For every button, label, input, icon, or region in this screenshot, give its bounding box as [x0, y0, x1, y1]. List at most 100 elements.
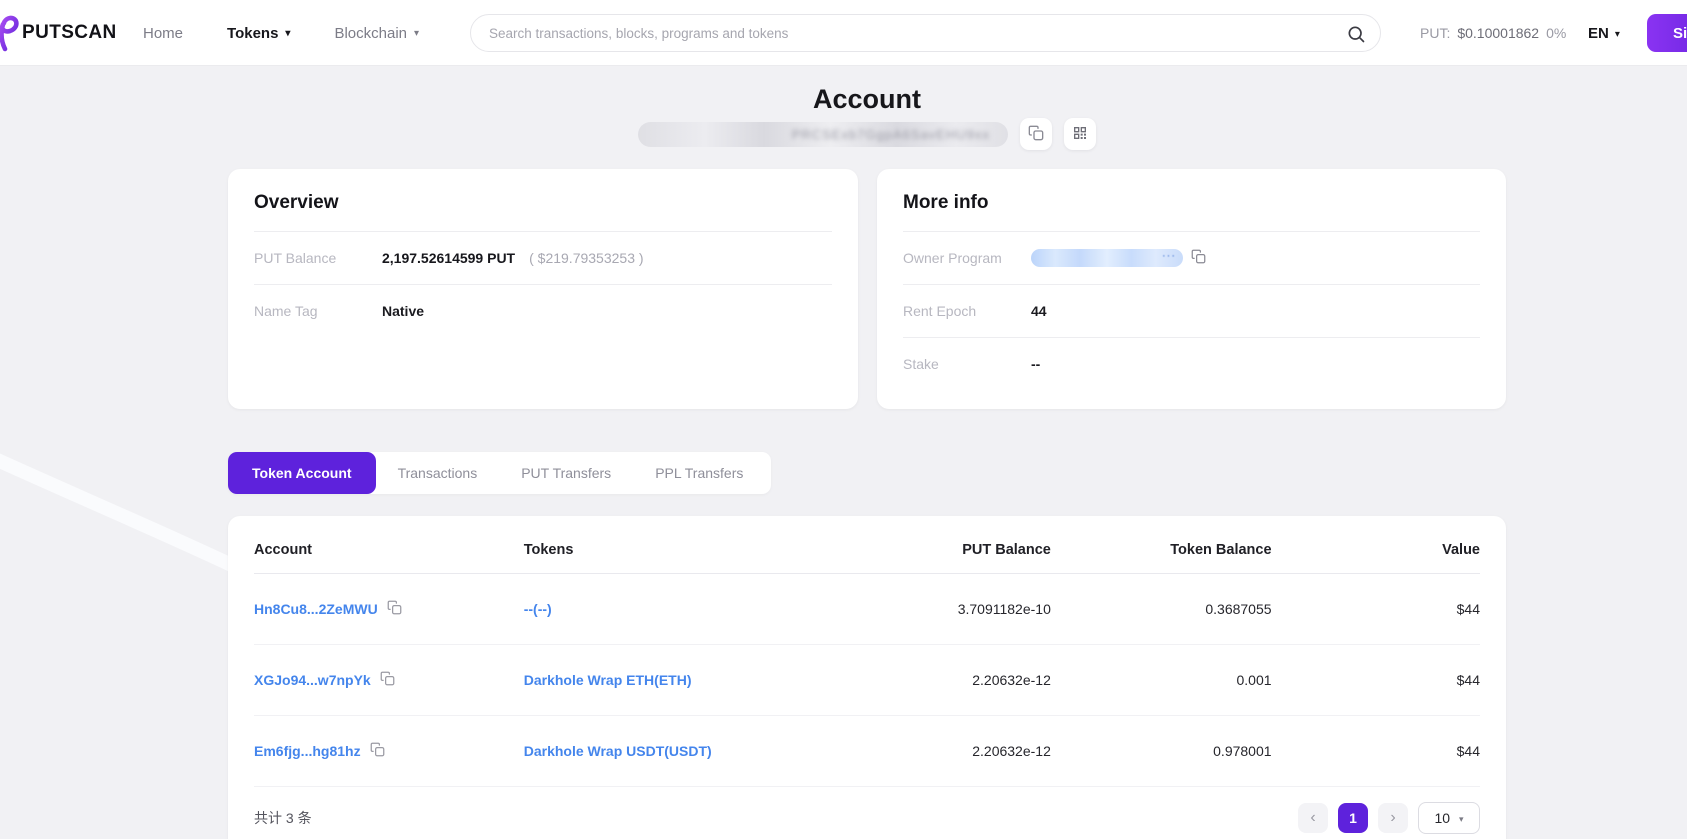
value-cell: $44 — [1271, 644, 1480, 716]
brand-name: PUTSCAN — [22, 22, 117, 43]
stake-label: Stake — [903, 356, 939, 372]
search-icon[interactable] — [1346, 24, 1366, 49]
main-nav: Home Tokens ▾ Blockchain ▾ — [143, 0, 419, 66]
table-header-row: Account Tokens PUT Balance Token Balance… — [254, 516, 1480, 574]
language-label: EN — [1588, 24, 1609, 42]
overview-title: Overview — [254, 192, 339, 213]
table-row: Em6fjg...hg81hz Darkhole Wrap USDT(USDT)… — [254, 715, 1480, 787]
rent-epoch-value: 44 — [1031, 303, 1047, 319]
token-account-table-card: Account Tokens PUT Balance Token Balance… — [228, 516, 1506, 839]
copy-account-button[interactable] — [370, 742, 385, 760]
col-put-balance: PUT Balance — [866, 516, 1051, 574]
copy-account-button[interactable] — [387, 600, 402, 618]
token-link[interactable]: Darkhole Wrap USDT(USDT) — [524, 743, 712, 759]
tab-transactions[interactable]: Transactions — [376, 452, 500, 494]
copy-icon — [387, 600, 402, 618]
account-link[interactable]: XGJo94...w7npYk — [254, 672, 371, 688]
name-tag-label: Name Tag — [254, 303, 318, 319]
qr-code-button[interactable] — [1064, 118, 1096, 150]
tab-put-transfers[interactable]: PUT Transfers — [499, 452, 633, 494]
more-info-card: More info Owner Program ··· Rent Epoch 4… — [877, 169, 1506, 409]
put-balance-row: PUT Balance 2,197.52614599 PUT ( $219.79… — [228, 232, 858, 284]
owner-program-row: Owner Program ··· — [877, 232, 1506, 284]
value-cell: $44 — [1271, 573, 1480, 645]
put-balance-cell: 3.7091182e-10 — [866, 573, 1051, 645]
overview-card: Overview PUT Balance 2,197.52614599 PUT … — [228, 169, 858, 409]
account-tabs: Token Account Transactions PUT Transfers… — [228, 452, 772, 494]
table-footer: 共计 3 条 ‹ 1 › 10 ▾ — [254, 787, 1480, 839]
nav-blockchain-label: Blockchain — [334, 24, 407, 42]
table-row: Hn8Cu8...2ZeMWU --(--) 3.7091182e-10 0.3… — [254, 573, 1480, 645]
col-tokens: Tokens — [523, 516, 867, 574]
chevron-down-icon: ▾ — [414, 28, 420, 39]
nav-item-home[interactable]: Home — [143, 25, 183, 42]
col-token-balance: Token Balance — [1050, 516, 1272, 574]
account-link[interactable]: Hn8Cu8...2ZeMWU — [254, 601, 378, 617]
put-balance-usd: ( $219.79353253 ) — [529, 250, 644, 266]
top-navbar: PUTSCAN Home Tokens ▾ Blockchain ▾ PUT: … — [0, 0, 1687, 66]
table-row: XGJo94...w7npYk Darkhole Wrap ETH(ETH) 2… — [254, 644, 1480, 716]
stake-value: -- — [1031, 356, 1041, 372]
tab-ppl-transfers[interactable]: PPL Transfers — [633, 452, 765, 494]
token-balance-cell: 0.001 — [1050, 644, 1272, 716]
rent-epoch-label: Rent Epoch — [903, 303, 977, 319]
owner-program-link-redacted[interactable]: ··· — [1031, 249, 1183, 267]
chevron-right-icon: › — [1390, 809, 1396, 826]
nav-tokens-label: Tokens — [227, 24, 279, 42]
copy-icon — [380, 671, 395, 689]
token-link[interactable]: --(--) — [524, 601, 552, 617]
current-page-button[interactable]: 1 — [1338, 803, 1368, 833]
rent-epoch-row: Rent Epoch 44 — [877, 285, 1506, 337]
pagination: ‹ 1 › 10 ▾ — [1298, 802, 1480, 834]
address-blurred-text: PRCSExb7GgpA6SavEHU9xx — [791, 126, 990, 142]
name-tag-value: Native — [382, 303, 425, 319]
search-input[interactable] — [471, 15, 1380, 51]
price-value: $0.10001862 — [1457, 25, 1540, 41]
account-address-row: PRCSExb7GgpA6SavEHU9xx — [228, 117, 1506, 151]
copy-icon — [1028, 125, 1044, 144]
nav-item-tokens[interactable]: Tokens ▾ — [227, 25, 290, 42]
col-value: Value — [1271, 516, 1480, 574]
page-title: Account — [813, 84, 921, 114]
token-account-table: Account Tokens PUT Balance Token Balance… — [254, 516, 1480, 787]
col-account: Account — [254, 516, 524, 574]
put-balance-value: 2,197.52614599 PUT — [382, 250, 516, 266]
owner-program-label: Owner Program — [903, 250, 1002, 266]
price-label: PUT: — [1420, 25, 1451, 41]
sign-in-button[interactable]: Sign in — [1647, 14, 1687, 52]
chevron-left-icon: ‹ — [1310, 809, 1316, 826]
total-count-text: 共计 3 条 — [254, 810, 312, 826]
token-price-indicator: PUT: $0.10001862 0% — [1420, 0, 1566, 66]
copy-icon — [1191, 249, 1206, 267]
chevron-down-icon: ▾ — [1614, 28, 1620, 40]
nav-item-blockchain[interactable]: Blockchain ▾ — [334, 25, 419, 42]
put-balance-cell: 2.20632e-12 — [866, 715, 1051, 787]
name-tag-row: Name Tag Native — [228, 285, 858, 337]
prev-page-button[interactable]: ‹ — [1298, 803, 1328, 833]
chevron-down-icon: ▾ — [285, 28, 291, 39]
copy-address-button[interactable] — [1020, 118, 1052, 150]
put-balance-cell: 2.20632e-12 — [866, 644, 1051, 716]
token-balance-cell: 0.3687055 — [1050, 573, 1272, 645]
more-info-title: More info — [903, 192, 989, 213]
value-cell: $44 — [1271, 715, 1480, 787]
price-change: 0% — [1546, 25, 1567, 41]
copy-icon — [370, 742, 385, 760]
put-balance-label: PUT Balance — [254, 250, 337, 266]
qr-code-icon — [1072, 125, 1088, 144]
copy-owner-program-button[interactable] — [1191, 249, 1206, 267]
next-page-button[interactable]: › — [1378, 803, 1408, 833]
owner-program-dots: ··· — [1162, 250, 1176, 262]
page-size-value: 10 — [1434, 810, 1451, 826]
language-selector[interactable]: EN ▾ — [1588, 0, 1620, 66]
stake-row: Stake -- — [877, 338, 1506, 390]
account-link[interactable]: Em6fjg...hg81hz — [254, 743, 361, 759]
tab-token-account[interactable]: Token Account — [228, 452, 376, 494]
copy-account-button[interactable] — [380, 671, 395, 689]
page-size-select[interactable]: 10 ▾ — [1418, 802, 1480, 834]
token-link[interactable]: Darkhole Wrap ETH(ETH) — [524, 672, 692, 688]
search-bar — [470, 14, 1381, 52]
token-balance-cell: 0.978001 — [1050, 715, 1272, 787]
chevron-down-icon: ▾ — [1459, 813, 1464, 824]
account-address-redacted: PRCSExb7GgpA6SavEHU9xx — [638, 121, 1008, 147]
